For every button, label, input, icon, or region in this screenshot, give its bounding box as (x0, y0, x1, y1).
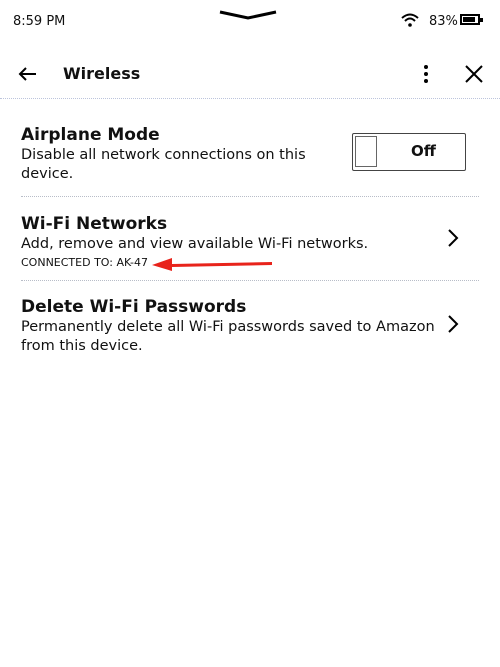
airplane-mode-description: Disable all network connections on this … (21, 147, 306, 182)
wifi-networks-description: Add, remove and view available Wi-Fi net… (21, 236, 369, 252)
back-arrow-icon[interactable] (16, 62, 40, 86)
battery-percent: 83% (429, 14, 458, 29)
more-options-icon[interactable] (416, 62, 436, 86)
chevron-right-icon[interactable] (446, 228, 460, 248)
divider (21, 280, 479, 281)
close-icon[interactable] (462, 62, 486, 86)
page-title: Wireless (63, 64, 141, 83)
red-annotation-arrow-icon (152, 258, 272, 271)
wifi-icon (401, 13, 419, 27)
delete-wifi-passwords-setting[interactable]: Delete Wi-Fi Passwords Permanently delet… (21, 296, 441, 356)
wifi-networks-title: Wi-Fi Networks (21, 214, 168, 234)
clock: 8:59 PM (13, 14, 66, 29)
airplane-mode-toggle[interactable]: Off (352, 133, 466, 171)
delete-wifi-passwords-description: Permanently delete all Wi-Fi passwords s… (21, 319, 435, 354)
header-bar: Wireless (0, 50, 500, 99)
delete-wifi-passwords-title: Delete Wi-Fi Passwords (21, 297, 247, 317)
battery-level-fill (463, 17, 475, 22)
status-bar: 8:59 PM 83% (0, 0, 500, 44)
divider (21, 196, 479, 197)
pull-down-handle-icon[interactable] (218, 10, 278, 20)
chevron-right-icon[interactable] (446, 314, 460, 334)
toggle-state-label: Off (411, 142, 436, 160)
toggle-knob (355, 136, 377, 167)
battery-icon (460, 14, 483, 25)
airplane-mode-title: Airplane Mode (21, 125, 160, 145)
airplane-mode-setting: Airplane Mode Disable all network connec… (21, 124, 341, 184)
